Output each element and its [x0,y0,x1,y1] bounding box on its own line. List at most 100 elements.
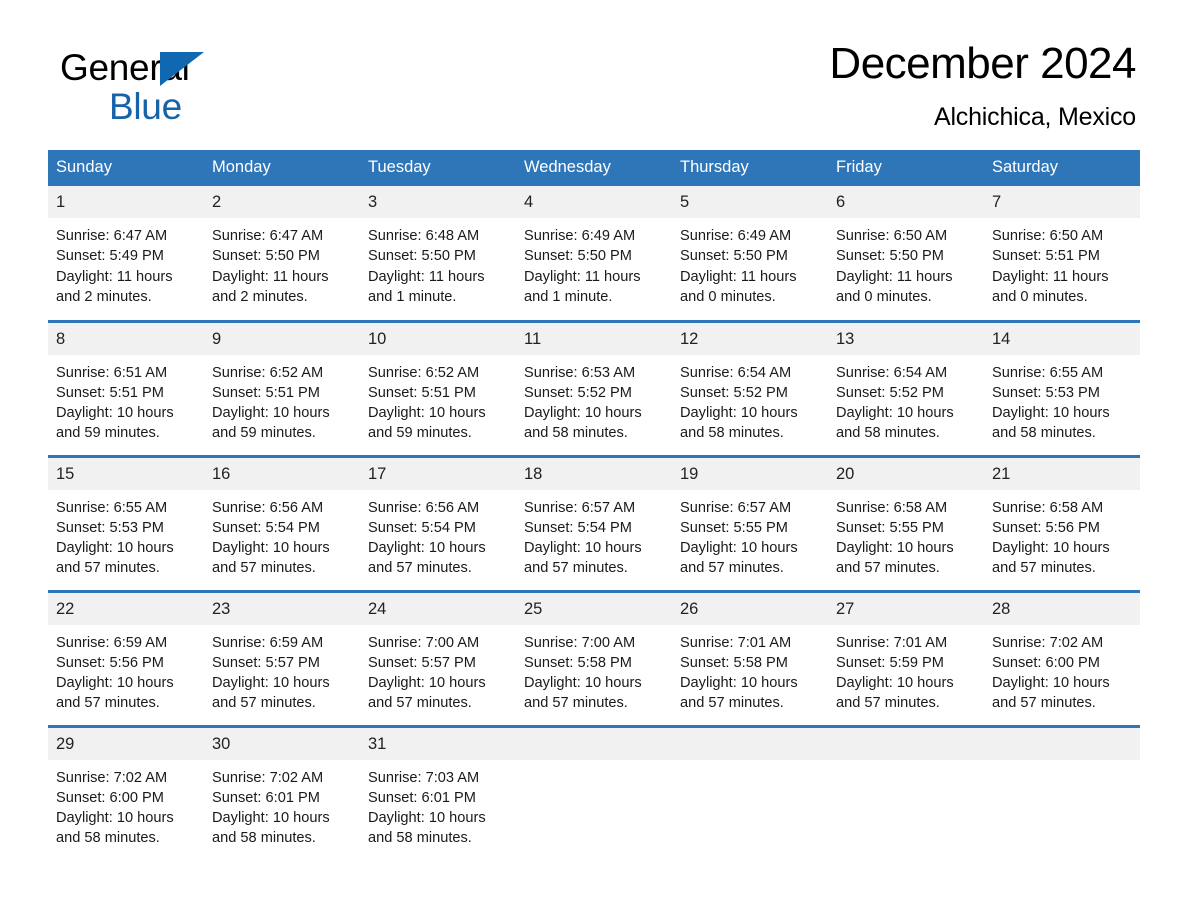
sunrise-text: Sunrise: 6:52 AM [368,364,480,381]
day-cell[interactable]: 10 Sunrise: 6:52 AM Sunset: 5:51 PM Dayl… [360,319,516,456]
daylight-line1: Daylight: 10 hours [680,675,798,692]
day-number: 10 [360,322,516,355]
day-number: 18 [516,457,672,490]
daylight-line2: and 58 minutes. [56,830,160,847]
daylight-line1: Daylight: 11 hours [368,268,485,285]
daylight-line1: Daylight: 10 hours [680,540,798,557]
day-number: 2 [204,186,360,218]
day-cell[interactable]: 30 Sunrise: 7:02 AM Sunset: 6:01 PM Dayl… [204,724,360,861]
day-cell[interactable]: 24 Sunrise: 7:00 AM Sunset: 5:57 PM Dayl… [360,589,516,726]
day-details: Sunrise: 6:58 AM Sunset: 5:55 PM Dayligh… [828,490,984,579]
day-cell[interactable]: 29 Sunrise: 7:02 AM Sunset: 6:00 PM Dayl… [48,724,204,861]
daylight-line2: and 0 minutes. [836,288,932,305]
day-cell-empty [984,724,1140,861]
day-number: 11 [516,322,672,355]
day-cell[interactable]: 21 Sunrise: 6:58 AM Sunset: 5:56 PM Dayl… [984,454,1140,591]
daylight-line1: Daylight: 10 hours [836,405,954,422]
day-cell[interactable]: 20 Sunrise: 6:58 AM Sunset: 5:55 PM Dayl… [828,454,984,591]
day-details: Sunrise: 7:01 AM Sunset: 5:59 PM Dayligh… [828,625,984,714]
day-cell[interactable]: 6 Sunrise: 6:50 AM Sunset: 5:50 PM Dayli… [828,186,984,321]
daylight-line2: and 57 minutes. [836,695,940,712]
week-row: 22 Sunrise: 6:59 AM Sunset: 5:56 PM Dayl… [48,589,1140,726]
sunset-text: Sunset: 5:51 PM [368,384,476,401]
sunset-text: Sunset: 5:56 PM [56,654,164,671]
day-number: 23 [204,592,360,625]
day-number [672,727,828,760]
day-details: Sunrise: 6:52 AM Sunset: 5:51 PM Dayligh… [360,355,516,444]
day-details: Sunrise: 6:57 AM Sunset: 5:54 PM Dayligh… [516,490,672,579]
day-details: Sunrise: 6:53 AM Sunset: 5:52 PM Dayligh… [516,355,672,444]
day-cell[interactable]: 2 Sunrise: 6:47 AM Sunset: 5:50 PM Dayli… [204,186,360,321]
day-number: 20 [828,457,984,490]
sunset-text: Sunset: 5:50 PM [680,248,788,265]
weekday-header-saturday: Saturday [984,150,1140,186]
day-details: Sunrise: 6:59 AM Sunset: 5:56 PM Dayligh… [48,625,204,714]
sunrise-text: Sunrise: 7:00 AM [524,634,636,651]
day-cell[interactable]: 18 Sunrise: 6:57 AM Sunset: 5:54 PM Dayl… [516,454,672,591]
sunset-text: Sunset: 5:53 PM [56,519,164,536]
daylight-line1: Daylight: 10 hours [524,405,642,422]
sunset-text: Sunset: 5:50 PM [524,248,632,265]
daylight-line2: and 59 minutes. [368,425,472,442]
day-cell[interactable]: 12 Sunrise: 6:54 AM Sunset: 5:52 PM Dayl… [672,319,828,456]
logo-text-general: General [60,47,190,88]
day-cell[interactable]: 31 Sunrise: 7:03 AM Sunset: 6:01 PM Dayl… [360,724,516,861]
sunrise-text: Sunrise: 7:01 AM [836,634,948,651]
daylight-line2: and 58 minutes. [524,425,628,442]
day-cell[interactable]: 3 Sunrise: 6:48 AM Sunset: 5:50 PM Dayli… [360,186,516,321]
day-cell[interactable]: 19 Sunrise: 6:57 AM Sunset: 5:55 PM Dayl… [672,454,828,591]
sunset-text: Sunset: 5:56 PM [992,519,1100,536]
daylight-line2: and 59 minutes. [56,425,160,442]
day-cell[interactable]: 4 Sunrise: 6:49 AM Sunset: 5:50 PM Dayli… [516,186,672,321]
day-cell[interactable]: 9 Sunrise: 6:52 AM Sunset: 5:51 PM Dayli… [204,319,360,456]
day-details: Sunrise: 6:49 AM Sunset: 5:50 PM Dayligh… [516,218,672,307]
sunrise-text: Sunrise: 6:50 AM [836,228,948,244]
daylight-line2: and 2 minutes. [212,288,308,305]
generalblue-logo[interactable]: General Blue [48,38,248,128]
day-details: Sunrise: 6:54 AM Sunset: 5:52 PM Dayligh… [828,355,984,444]
sunset-text: Sunset: 5:54 PM [212,519,320,536]
day-cell[interactable]: 17 Sunrise: 6:56 AM Sunset: 5:54 PM Dayl… [360,454,516,591]
day-details: Sunrise: 6:55 AM Sunset: 5:53 PM Dayligh… [48,490,204,579]
day-cell[interactable]: 5 Sunrise: 6:49 AM Sunset: 5:50 PM Dayli… [672,186,828,321]
daylight-line2: and 57 minutes. [680,695,784,712]
daylight-line2: and 57 minutes. [56,695,160,712]
day-cell[interactable]: 27 Sunrise: 7:01 AM Sunset: 5:59 PM Dayl… [828,589,984,726]
sunset-text: Sunset: 5:54 PM [524,519,632,536]
day-number: 9 [204,322,360,355]
day-cell[interactable]: 14 Sunrise: 6:55 AM Sunset: 5:53 PM Dayl… [984,319,1140,456]
week-row: 15 Sunrise: 6:55 AM Sunset: 5:53 PM Dayl… [48,454,1140,591]
day-number: 15 [48,457,204,490]
calendar-body: 1 Sunrise: 6:47 AM Sunset: 5:49 PM Dayli… [48,186,1140,861]
day-details: Sunrise: 6:47 AM Sunset: 5:50 PM Dayligh… [204,218,360,307]
daylight-line1: Daylight: 10 hours [836,675,954,692]
day-cell[interactable]: 8 Sunrise: 6:51 AM Sunset: 5:51 PM Dayli… [48,319,204,456]
page-title: December 2024 [829,39,1136,88]
sunset-text: Sunset: 5:49 PM [56,248,164,265]
weekday-header-thursday: Thursday [672,150,828,186]
sunset-text: Sunset: 5:58 PM [680,654,788,671]
day-cell[interactable]: 26 Sunrise: 7:01 AM Sunset: 5:58 PM Dayl… [672,589,828,726]
day-number: 22 [48,592,204,625]
day-cell[interactable]: 1 Sunrise: 6:47 AM Sunset: 5:49 PM Dayli… [48,186,204,321]
day-cell[interactable]: 28 Sunrise: 7:02 AM Sunset: 6:00 PM Dayl… [984,589,1140,726]
day-cell[interactable]: 7 Sunrise: 6:50 AM Sunset: 5:51 PM Dayli… [984,186,1140,321]
daylight-line1: Daylight: 10 hours [992,540,1110,557]
day-cell[interactable]: 11 Sunrise: 6:53 AM Sunset: 5:52 PM Dayl… [516,319,672,456]
day-details: Sunrise: 7:00 AM Sunset: 5:58 PM Dayligh… [516,625,672,714]
daylight-line2: and 57 minutes. [56,560,160,577]
sunrise-text: Sunrise: 6:48 AM [368,228,480,244]
triangle-icon [160,52,204,86]
sunset-text: Sunset: 5:52 PM [836,384,944,401]
day-cell[interactable]: 15 Sunrise: 6:55 AM Sunset: 5:53 PM Dayl… [48,454,204,591]
day-cell[interactable]: 22 Sunrise: 6:59 AM Sunset: 5:56 PM Dayl… [48,589,204,726]
day-cell[interactable]: 16 Sunrise: 6:56 AM Sunset: 5:54 PM Dayl… [204,454,360,591]
day-cell[interactable]: 13 Sunrise: 6:54 AM Sunset: 5:52 PM Dayl… [828,319,984,456]
day-details: Sunrise: 6:49 AM Sunset: 5:50 PM Dayligh… [672,218,828,307]
day-cell[interactable]: 23 Sunrise: 6:59 AM Sunset: 5:57 PM Dayl… [204,589,360,726]
daylight-line2: and 57 minutes. [524,695,628,712]
sunset-text: Sunset: 5:57 PM [368,654,476,671]
day-cell[interactable]: 25 Sunrise: 7:00 AM Sunset: 5:58 PM Dayl… [516,589,672,726]
daylight-line2: and 57 minutes. [836,560,940,577]
sunrise-text: Sunrise: 6:50 AM [992,228,1104,244]
